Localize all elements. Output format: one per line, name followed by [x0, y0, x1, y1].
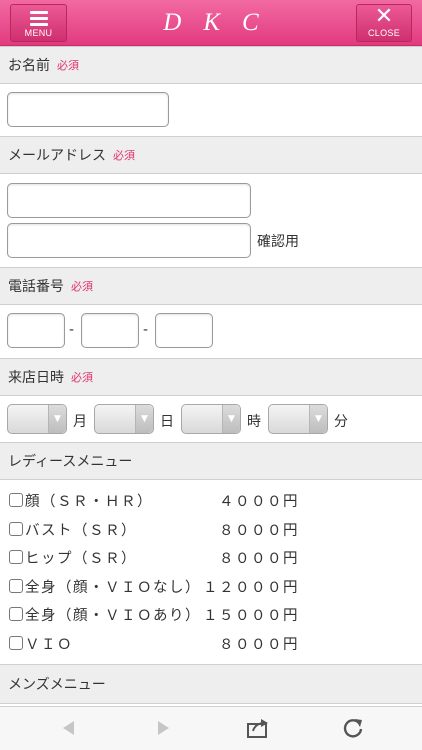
menu-item[interactable]: 全身（顔・ＶＩＯなし） １２０００円 — [9, 575, 299, 597]
month-label: 月 — [73, 414, 87, 430]
section-visit: 来店日時 必須 — [0, 358, 422, 396]
menu-item-name: 全身（顔・ＶＩＯあり） — [25, 607, 201, 624]
close-icon: ✕ — [374, 4, 394, 29]
phone-separator: - — [143, 322, 149, 338]
hour-select[interactable]: ▼ — [181, 404, 241, 434]
visit-label: 来店日時 — [8, 370, 64, 386]
menu-item-price: １２０００円 — [203, 579, 299, 596]
menu-item-name: バスト（ＳＲ） — [25, 522, 137, 539]
close-button-label: CLOSE — [367, 28, 400, 38]
menu-item[interactable]: ヒップ（ＳＲ） ８０００円 — [9, 546, 299, 568]
menu-item-name: 顔（ＳＲ・ＨＲ） — [25, 493, 153, 510]
mens-menu-title: メンズメニュー — [8, 677, 106, 693]
chevron-down-icon: ▼ — [309, 405, 327, 433]
required-badge: 必須 — [71, 371, 93, 384]
name-label: お名前 — [8, 58, 50, 74]
minute-select[interactable]: ▼ — [268, 404, 328, 434]
minute-label: 分 — [334, 414, 348, 430]
email-confirm-label: 確認用 — [257, 234, 299, 250]
forward-arrow-icon[interactable] — [156, 717, 172, 739]
phone-input-3[interactable] — [155, 313, 213, 348]
menu-item[interactable]: 全身（顔・ＶＩＯあり） １５０００円 — [9, 603, 299, 625]
reload-icon[interactable] — [342, 717, 364, 739]
section-email: メールアドレス 必須 — [0, 136, 422, 174]
section-mens-menu: メンズメニュー — [0, 664, 422, 704]
menu-item[interactable]: バスト（ＳＲ） ８０００円 — [9, 518, 299, 540]
menu-item-price: ８０００円 — [219, 522, 299, 539]
ladies-menu-title: レディースメニュー — [8, 454, 133, 470]
chevron-down-icon: ▼ — [48, 405, 66, 433]
required-badge: 必須 — [57, 59, 79, 72]
phone-separator: - — [69, 322, 75, 338]
share-icon[interactable] — [246, 717, 270, 739]
checkbox[interactable] — [9, 522, 23, 536]
hour-label: 時 — [247, 414, 261, 430]
checkbox[interactable] — [9, 607, 23, 621]
month-select[interactable]: ▼ — [7, 404, 67, 434]
menu-item-name: ＶＩＯ — [25, 636, 73, 653]
name-input[interactable] — [7, 92, 169, 127]
chevron-down-icon: ▼ — [222, 405, 240, 433]
close-button[interactable]: ✕ CLOSE — [356, 4, 412, 42]
menu-item-price: １５０００円 — [203, 607, 299, 624]
email-label: メールアドレス — [8, 148, 106, 164]
menu-item-name: ヒップ（ＳＲ） — [25, 550, 137, 567]
section-ladies-menu: レディースメニュー — [0, 442, 422, 480]
menu-item[interactable]: ＶＩＯ ８０００円 — [9, 632, 299, 654]
required-badge: 必須 — [113, 149, 135, 162]
menu-item[interactable]: 顔（ＳＲ・ＨＲ） ４０００円 — [9, 489, 299, 511]
day-label: 日 — [160, 414, 174, 430]
menu-item-price: ８０００円 — [219, 550, 299, 567]
checkbox[interactable] — [9, 493, 23, 507]
email-input[interactable] — [7, 183, 251, 218]
section-name: お名前 必須 — [0, 46, 422, 84]
required-badge: 必須 — [71, 280, 93, 293]
checkbox[interactable] — [9, 579, 23, 593]
chevron-down-icon: ▼ — [135, 405, 153, 433]
menu-item-price: ８０００円 — [219, 636, 299, 653]
section-phone: 電話番号 必須 — [0, 267, 422, 305]
menu-item-name: 全身（顔・ＶＩＯなし） — [25, 579, 201, 596]
phone-label: 電話番号 — [8, 279, 64, 295]
app-header: MENU DKC ✕ CLOSE — [0, 0, 422, 46]
checkbox[interactable] — [9, 550, 23, 564]
menu-item-price: ４０００円 — [219, 493, 299, 510]
browser-toolbar — [0, 706, 422, 750]
phone-input-1[interactable] — [7, 313, 65, 348]
day-select[interactable]: ▼ — [94, 404, 154, 434]
email-confirm-input[interactable] — [7, 223, 251, 258]
phone-input-2[interactable] — [81, 313, 139, 348]
back-arrow-icon[interactable] — [60, 717, 76, 739]
checkbox[interactable] — [9, 636, 23, 650]
